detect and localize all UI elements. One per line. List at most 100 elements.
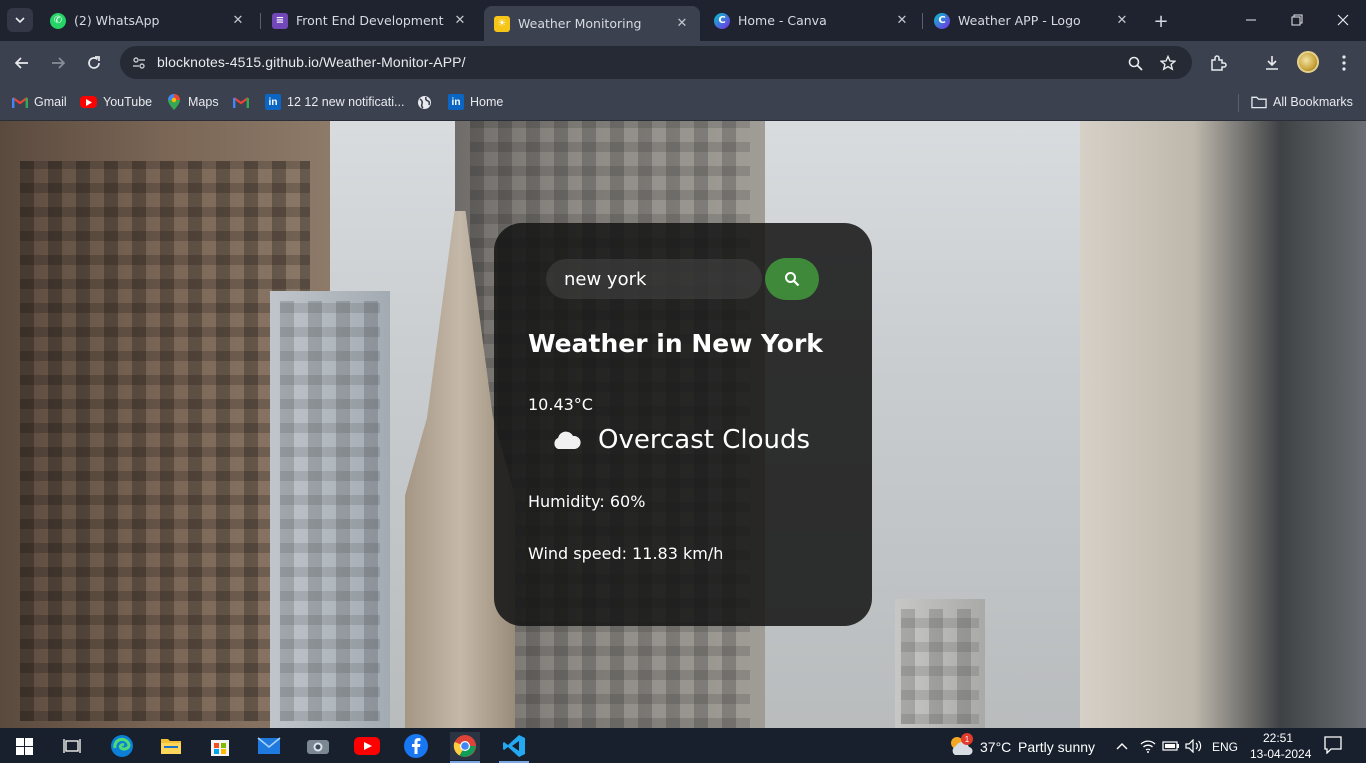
start-button[interactable]: [9, 732, 39, 760]
volume-icon[interactable]: [1185, 737, 1203, 755]
address-bar[interactable]: blocknotes-4515.github.io/Weather-Monito…: [120, 46, 1192, 79]
sun-icon: ☀: [494, 15, 510, 32]
bookmarks-divider: [1238, 94, 1239, 112]
taskbar-camera[interactable]: [303, 732, 333, 760]
vscode-icon: [503, 735, 525, 757]
windows-icon: [15, 737, 33, 755]
bookmark-star-button[interactable]: [1157, 52, 1179, 74]
taskbar-chrome[interactable]: [450, 732, 480, 760]
search-button[interactable]: [765, 258, 819, 300]
zoom-button[interactable]: [1124, 52, 1146, 74]
bookmark-youtube[interactable]: YouTube: [80, 92, 152, 112]
battery-icon[interactable]: [1162, 737, 1180, 755]
task-view-button[interactable]: [57, 732, 87, 760]
edge-icon: [111, 735, 133, 757]
canva-icon: C: [934, 12, 950, 29]
globe-icon: [416, 94, 432, 110]
tab-divider: [922, 13, 923, 29]
youtube-icon: [80, 96, 97, 108]
folder-icon: [1251, 94, 1267, 110]
linkedin-icon: in: [448, 94, 464, 110]
tab-weather-app-logo[interactable]: C Weather APP - Logo ✕: [924, 6, 1140, 35]
close-icon[interactable]: ✕: [1114, 13, 1130, 29]
extensions-button[interactable]: [1205, 50, 1231, 76]
star-icon: [1160, 55, 1176, 71]
weather-temp[interactable]: 37°C: [980, 739, 1011, 755]
tab-divider: [260, 13, 261, 29]
taskbar-mail[interactable]: [254, 732, 284, 760]
new-tab-button[interactable]: +: [1150, 10, 1172, 32]
humidity: Humidity: 60%: [528, 492, 646, 511]
weather-description[interactable]: Partly sunny: [1018, 739, 1095, 755]
notification-icon: [1324, 736, 1342, 754]
all-bookmarks-label: All Bookmarks: [1273, 95, 1353, 109]
tab-whatsapp[interactable]: ✆ (2) WhatsApp ✕: [40, 6, 256, 35]
tab-search-button[interactable]: [7, 8, 33, 32]
taskbar-file-explorer[interactable]: [156, 732, 186, 760]
tab-title: Home - Canva: [738, 13, 827, 28]
bookmark-globe[interactable]: [416, 92, 438, 112]
windows-taskbar: 1 37°C Partly sunny ENG 22:51 13-04-2024: [0, 728, 1366, 763]
close-icon: [1337, 14, 1349, 26]
downloads-button[interactable]: [1259, 50, 1285, 76]
close-icon[interactable]: ✕: [894, 13, 910, 29]
site-settings-icon[interactable]: [129, 53, 149, 73]
bookmark-gmail-2[interactable]: [233, 92, 255, 112]
weather-card: Weather in New York 10.43°C Overcast Clo…: [494, 223, 872, 626]
all-bookmarks-button[interactable]: All Bookmarks: [1251, 92, 1353, 112]
language-indicator[interactable]: ENG: [1212, 740, 1238, 754]
close-icon[interactable]: ✕: [452, 13, 468, 29]
bookmark-linkedin-home[interactable]: in Home: [448, 92, 503, 112]
back-button[interactable]: [8, 49, 36, 77]
notifications-button[interactable]: [1324, 736, 1342, 754]
task-view-icon: [63, 739, 81, 753]
browser-toolbar: blocknotes-4515.github.io/Weather-Monito…: [0, 41, 1366, 84]
close-window-button[interactable]: [1320, 0, 1366, 40]
taskbar-store[interactable]: [205, 732, 235, 760]
close-icon[interactable]: ✕: [674, 16, 690, 32]
wind-speed: Wind speed: 11.83 km/h: [528, 544, 724, 563]
store-icon: [211, 740, 229, 756]
arrow-left-icon: [14, 57, 28, 69]
condition-row: Overcast Clouds: [550, 423, 810, 457]
profile-avatar[interactable]: [1297, 51, 1319, 73]
weather-badge: 1: [961, 733, 973, 745]
taskbar-facebook[interactable]: [401, 732, 431, 760]
bookmark-label: Maps: [188, 95, 219, 109]
taskbar-vscode[interactable]: [499, 732, 529, 760]
close-icon[interactable]: ✕: [230, 13, 246, 29]
forward-button[interactable]: [44, 49, 72, 77]
taskbar-youtube[interactable]: [352, 732, 382, 760]
search-icon: [785, 272, 800, 287]
temperature: 10.43°C: [528, 395, 593, 414]
bookmark-maps[interactable]: Maps: [166, 92, 219, 112]
minimize-icon: [1246, 19, 1256, 21]
facebook-icon: [404, 734, 428, 758]
clock-time[interactable]: 22:51: [1263, 731, 1293, 745]
bookmark-gmail[interactable]: Gmail: [12, 92, 67, 112]
city-search-input[interactable]: [546, 259, 762, 299]
background-building: [1080, 121, 1366, 728]
bookmark-label: Home: [470, 95, 504, 109]
bookmark-label: 12 12 new notificati...: [287, 95, 405, 109]
whatsapp-icon: ✆: [50, 12, 66, 29]
taskbar-edge[interactable]: [107, 732, 137, 760]
tab-front-end-development[interactable]: ≡ Front End Development Usin ✕: [262, 6, 478, 35]
camera-icon: [307, 740, 329, 754]
show-hidden-icons-button[interactable]: [1113, 737, 1131, 755]
youtube-icon: [354, 737, 380, 755]
browser-menu-button[interactable]: [1331, 50, 1357, 76]
tab-weather-monitoring[interactable]: ☀ Weather Monitoring ✕: [484, 6, 700, 41]
wifi-icon[interactable]: [1139, 737, 1157, 755]
reload-button[interactable]: [80, 49, 108, 77]
tab-home-canva[interactable]: C Home - Canva ✕: [704, 6, 920, 35]
weather-widget-icon[interactable]: 1: [945, 732, 975, 760]
bookmark-linkedin-notifications[interactable]: in 12 12 new notificati...: [265, 92, 404, 112]
background-building: [270, 291, 390, 728]
minimize-button[interactable]: [1228, 0, 1274, 40]
restore-icon: [1291, 14, 1303, 26]
canva-icon: C: [714, 12, 730, 29]
restore-button[interactable]: [1274, 0, 1320, 40]
clock-date[interactable]: 13-04-2024: [1250, 747, 1311, 761]
chevron-down-icon: [15, 17, 25, 24]
